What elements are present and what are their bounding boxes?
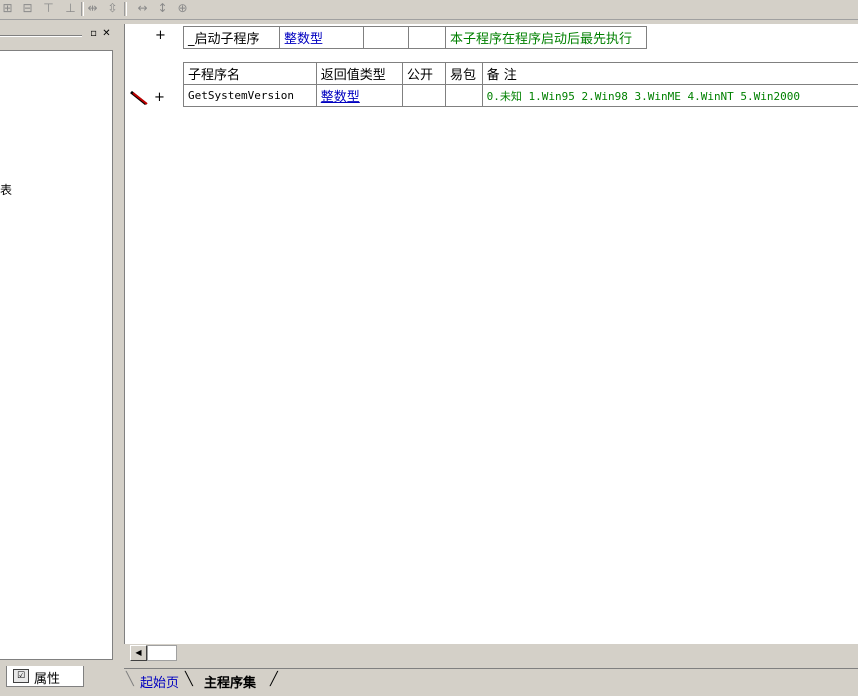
close-icon[interactable]: ✕: [101, 28, 112, 39]
same-height-icon[interactable]: ⇳: [104, 1, 121, 16]
align-bottom-icon[interactable]: ⊥: [62, 1, 79, 16]
toolbar-separator: [124, 2, 127, 16]
startup-sub-table: _启动子程序 整数型 本子程序在程序启动后最先执行: [183, 26, 647, 49]
startup-type-cell[interactable]: 整数型: [280, 27, 364, 49]
panel-content: 表: [0, 50, 113, 660]
tab-main-program[interactable]: 主程序集: [204, 672, 256, 691]
header-return-type: 返回值类型: [316, 63, 402, 85]
tab-properties-label: 属性: [34, 668, 60, 687]
h-space-icon[interactable]: ↔: [134, 1, 151, 16]
horizontal-scrollbar[interactable]: ◀: [124, 644, 858, 662]
same-width-icon[interactable]: ⇹: [84, 1, 101, 16]
alignment-toolbar: ⊞ ⊟ ⊤ ⊥ ⇹ ⇳ ↔ ↕ ⊕: [0, 0, 858, 20]
expand-sub-button[interactable]: +: [154, 90, 165, 105]
tab-properties[interactable]: ☑ 属性: [6, 666, 84, 687]
header-package: 易包: [446, 63, 483, 85]
startup-public-cell[interactable]: [364, 27, 409, 49]
tab-divider: ╲: [126, 672, 134, 687]
align-left-icon[interactable]: ⊞: [0, 1, 16, 16]
header-remark: 备 注: [482, 63, 858, 85]
scroll-left-icon[interactable]: ◀: [130, 645, 147, 661]
tree-item-partial[interactable]: 表: [0, 181, 12, 198]
sub-name-cell[interactable]: GetSystemVersion: [184, 85, 317, 107]
restore-icon[interactable]: ▫: [88, 28, 99, 39]
table-row: GetSystemVersion 整数型 0.未知 1.Win95 2.Win9…: [184, 85, 858, 107]
startup-remark-cell[interactable]: 本子程序在程序启动后最先执行: [446, 27, 647, 49]
align-center-icon[interactable]: ⊟: [19, 1, 36, 16]
startup-name-cell[interactable]: _启动子程序: [184, 27, 280, 49]
sub-table: 子程序名 返回值类型 公开 易包 备 注 GetSystemVersion 整数…: [183, 62, 858, 107]
tab-start-page[interactable]: 起始页: [140, 672, 179, 691]
v-space-icon[interactable]: ↕: [154, 1, 171, 16]
sub-type-cell[interactable]: 整数型: [316, 85, 402, 107]
editor-gutter: [125, 24, 152, 644]
panel-title-bar: [0, 35, 82, 37]
table-header-row: 子程序名 返回值类型 公开 易包 备 注: [184, 63, 858, 85]
tab-divider: ╱: [270, 672, 278, 687]
pen-icon: [130, 90, 152, 106]
sub-remark-cell[interactable]: 0.未知 1.Win95 2.Win98 3.WinME 4.WinNT 5.W…: [482, 85, 858, 107]
center-icon[interactable]: ⊕: [174, 1, 191, 16]
table-row: _启动子程序 整数型 本子程序在程序启动后最先执行: [184, 27, 647, 49]
sub-package-cell[interactable]: [446, 85, 483, 107]
tab-divider: ╲: [185, 672, 193, 687]
header-name: 子程序名: [184, 63, 317, 85]
header-public: 公开: [402, 63, 445, 85]
startup-package-cell[interactable]: [409, 27, 446, 49]
sub-public-cell[interactable]: [402, 85, 445, 107]
left-panel: ▫ ✕ 表: [0, 24, 117, 664]
align-top-icon[interactable]: ⊤: [40, 1, 57, 16]
scroll-track[interactable]: [147, 645, 177, 661]
properties-icon: ☑: [13, 669, 29, 683]
document-tabs: ╲ 起始页 ╲ 主程序集 ╱: [124, 668, 858, 696]
expand-startup-button[interactable]: +: [155, 28, 166, 43]
code-editor[interactable]: + _启动子程序 整数型 本子程序在程序启动后最先执行 子程序名 返回值类型 公…: [124, 24, 858, 644]
